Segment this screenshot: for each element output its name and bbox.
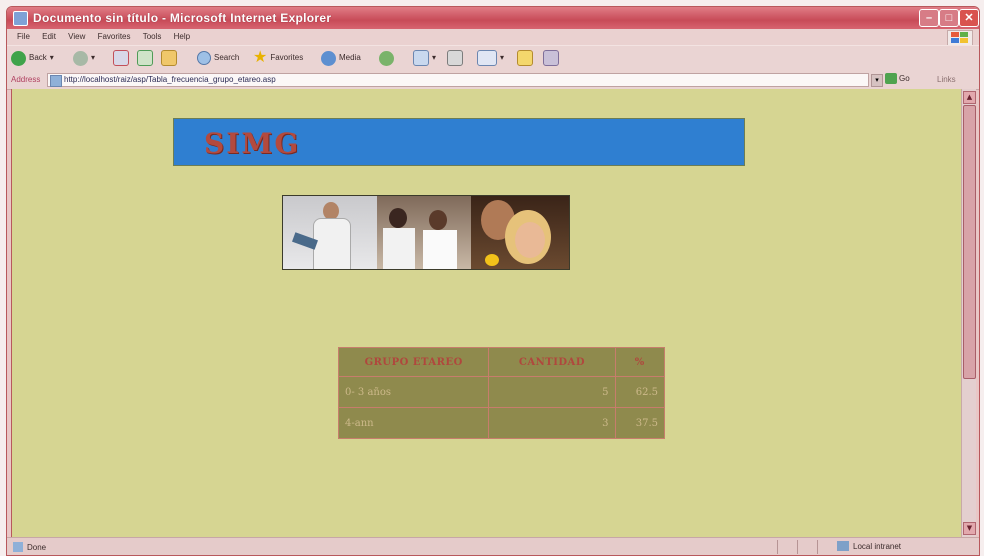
page-icon <box>50 75 62 87</box>
windows-logo-icon <box>947 30 973 46</box>
back-arrow-icon <box>11 50 26 66</box>
nurses-photo <box>377 196 471 269</box>
print-icon <box>447 50 463 66</box>
vertical-scrollbar[interactable]: ▲ ▼ <box>961 89 976 537</box>
maximize-button[interactable]: □ <box>939 9 959 27</box>
ie-app-icon[interactable] <box>13 11 28 26</box>
discuss-button[interactable] <box>517 49 533 67</box>
window-title: Documento sin título - Microsoft Interne… <box>33 11 332 25</box>
mail-icon <box>413 50 429 66</box>
links-button[interactable]: Links <box>937 75 956 84</box>
address-label: Address <box>11 75 41 84</box>
address-url: http://localhost/raiz/asp/Tabla_frecuenc… <box>64 75 276 84</box>
stop-icon <box>113 50 129 66</box>
cell-percent: 37.5 <box>614 407 666 439</box>
go-label: Go <box>899 74 910 83</box>
address-dropdown-button[interactable]: ▾ <box>871 74 883 87</box>
mail-button[interactable]: ▾ <box>413 49 436 67</box>
intranet-icon <box>837 541 849 551</box>
menu-tools[interactable]: Tools <box>143 29 162 45</box>
cell-cantidad: 3 <box>488 407 616 439</box>
address-input[interactable]: http://localhost/raiz/asp/Tabla_frecuenc… <box>47 73 869 87</box>
security-zone: Local intranet <box>837 541 901 551</box>
menu-favorites[interactable]: Favorites <box>98 29 131 45</box>
menu-edit[interactable]: Edit <box>42 29 56 45</box>
messenger-icon <box>543 50 559 66</box>
couple-photo <box>471 196 569 269</box>
back-button[interactable]: Back ▾ <box>11 49 54 67</box>
address-bar: Address http://localhost/raiz/asp/Tabla_… <box>7 71 979 90</box>
standard-toolbar: Back ▾ ▾ Search ★ Favorites Media ▾ ▾ <box>7 45 979 72</box>
zone-label: Local intranet <box>853 541 902 551</box>
favorites-button[interactable]: ★ Favorites <box>253 49 303 67</box>
media-button[interactable]: Media <box>321 49 361 67</box>
status-divider <box>777 540 778 554</box>
banner-title: SIMG <box>204 127 301 160</box>
star-icon: ★ <box>253 49 268 66</box>
favorites-label: Favorites <box>270 53 304 62</box>
folder-icon <box>517 50 533 66</box>
home-icon <box>161 50 177 66</box>
home-button[interactable] <box>161 49 177 67</box>
cell-cantidad: 5 <box>488 376 616 408</box>
chevron-down-icon: ▾ <box>500 53 505 62</box>
edit-button[interactable]: ▾ <box>477 49 504 67</box>
site-banner: SIMG <box>173 118 745 166</box>
cell-grupo: 4-ann <box>337 407 490 439</box>
table-row: 4-ann 3 37.5 <box>337 407 666 439</box>
header-photo-strip <box>282 195 570 270</box>
frequency-table: Grupo Etareo Cantidad % 0- 3 años 5 62.5… <box>337 347 666 439</box>
menu-help[interactable]: Help <box>174 29 190 45</box>
refresh-icon <box>137 50 153 66</box>
minimize-button[interactable]: – <box>919 9 939 27</box>
forward-button[interactable]: ▾ <box>73 49 95 67</box>
menu-view[interactable]: View <box>68 29 85 45</box>
page-content: SIMG Grupo Etareo <box>11 89 962 537</box>
browser-window: Documento sin título - Microsoft Interne… <box>6 6 980 556</box>
menu-bar: File Edit View Favorites Tools Help <box>7 29 979 45</box>
refresh-button[interactable] <box>137 49 153 67</box>
media-icon <box>321 50 336 66</box>
cell-grupo: 0- 3 años <box>337 376 490 408</box>
scroll-thumb[interactable] <box>963 105 976 379</box>
header-percent: % <box>614 347 666 377</box>
go-arrow-icon <box>885 73 897 84</box>
stop-button[interactable] <box>113 49 129 67</box>
forward-arrow-icon <box>73 50 88 66</box>
chevron-down-icon: ▾ <box>91 53 96 62</box>
search-icon <box>197 51 211 65</box>
history-icon <box>379 50 394 66</box>
status-divider <box>797 540 798 554</box>
search-label: Search <box>214 53 240 62</box>
menu-file[interactable]: File <box>17 29 30 45</box>
history-button[interactable] <box>379 49 394 67</box>
page-icon <box>13 542 23 552</box>
chevron-down-icon: ▾ <box>432 53 437 62</box>
cell-percent: 62.5 <box>614 376 666 408</box>
back-label: Back <box>29 53 47 62</box>
chevron-down-icon: ▾ <box>49 53 54 62</box>
messenger-button[interactable] <box>543 49 559 67</box>
status-text: Done <box>27 542 47 552</box>
table-row: 0- 3 años 5 62.5 <box>337 376 666 408</box>
status-bar: Done Local intranet <box>7 537 979 555</box>
search-button[interactable]: Search <box>197 49 239 67</box>
table-header-row: Grupo Etareo Cantidad % <box>337 347 666 377</box>
scroll-down-arrow[interactable]: ▼ <box>963 522 976 535</box>
status-divider <box>817 540 818 554</box>
doctor-photo <box>283 196 377 269</box>
edit-icon <box>477 50 497 66</box>
scroll-up-arrow[interactable]: ▲ <box>963 91 976 104</box>
close-button[interactable]: ✕ <box>959 9 979 27</box>
print-button[interactable] <box>447 49 463 67</box>
go-button[interactable]: Go <box>885 73 910 84</box>
media-label: Media <box>339 53 361 62</box>
header-cantidad: Cantidad <box>488 347 616 377</box>
status-done: Done <box>13 542 46 552</box>
header-grupo-etareo: Grupo Etareo <box>337 347 490 377</box>
title-bar[interactable]: Documento sin título - Microsoft Interne… <box>7 7 979 29</box>
